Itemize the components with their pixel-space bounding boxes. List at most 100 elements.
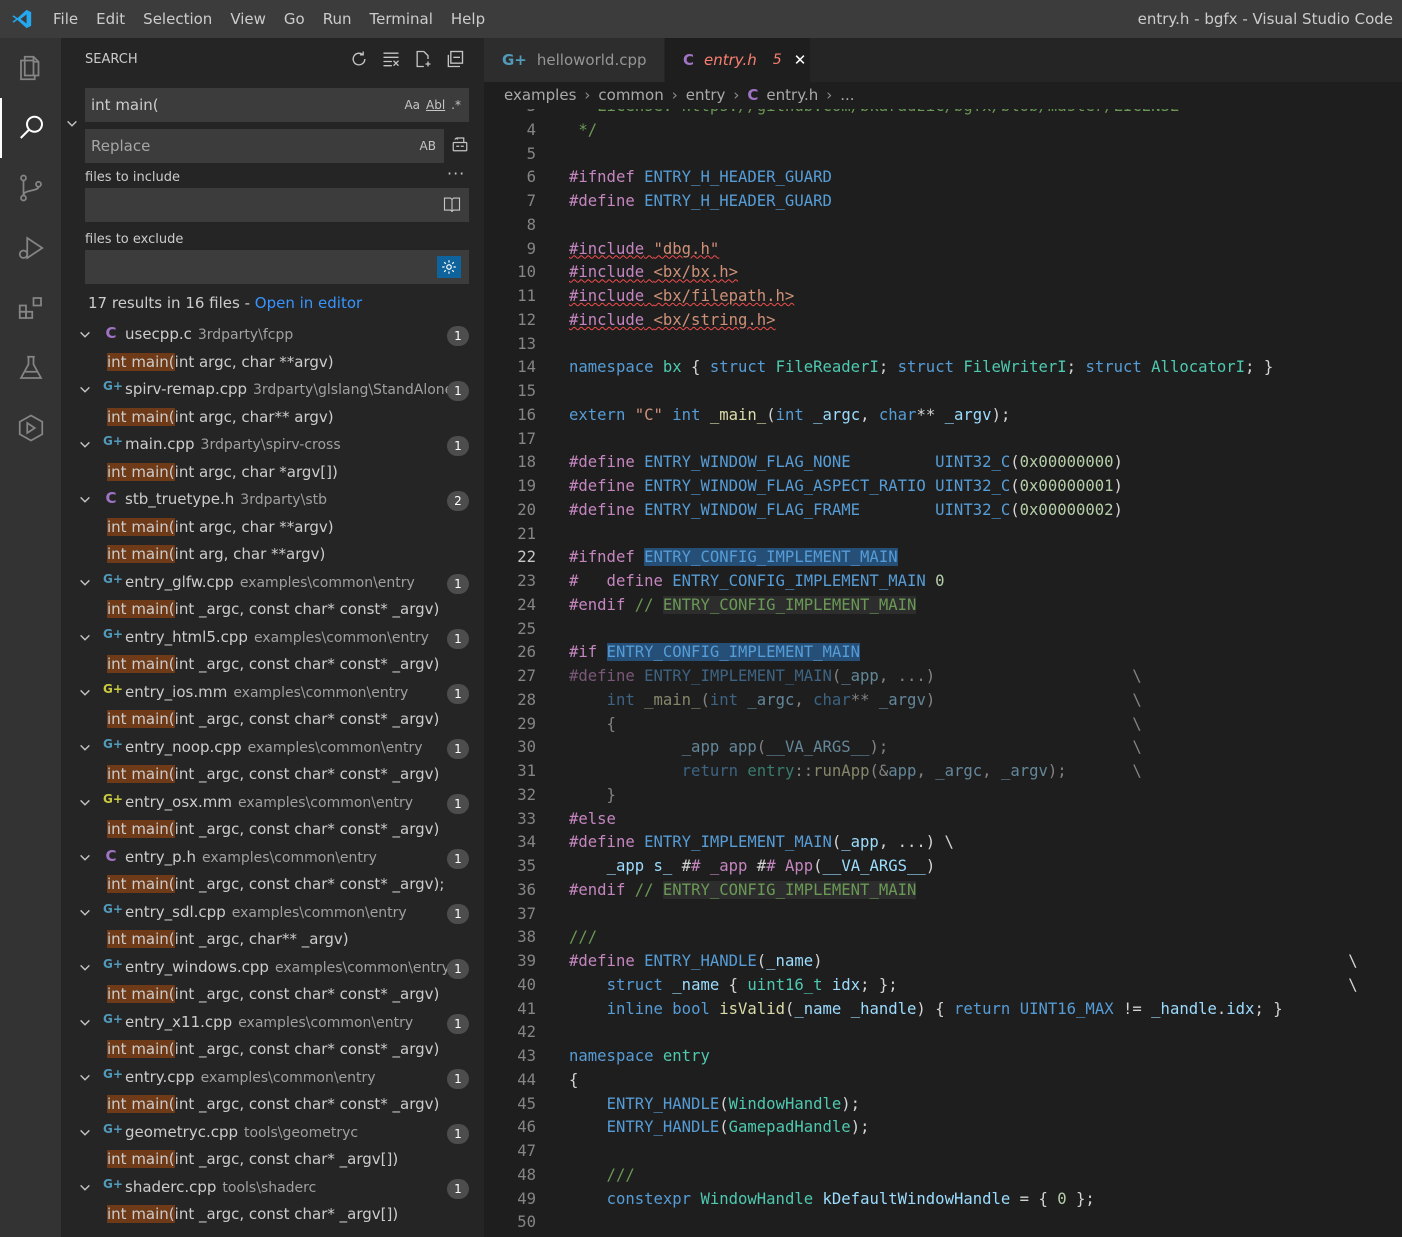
chevron-down-icon[interactable] bbox=[78, 686, 92, 704]
run-debug-icon[interactable] bbox=[0, 218, 61, 278]
chevron-down-icon[interactable] bbox=[78, 741, 92, 759]
collapse-all-icon[interactable] bbox=[444, 48, 466, 70]
result-match-row[interactable]: int main(int _argc, const char* _argv[]) bbox=[61, 1147, 484, 1175]
result-file-row[interactable]: G+ entry_noop.cpp examples\common\entry 1 bbox=[61, 735, 484, 763]
result-match-row[interactable]: int main(int _argc, const char* _argv[]) bbox=[61, 1202, 484, 1230]
result-file-row[interactable]: G+ geometryc.cpp tools\geometryc 1 bbox=[61, 1120, 484, 1148]
result-match-row[interactable]: int main(int _argc, const char* const* _… bbox=[61, 762, 484, 790]
file-type-icon: G+ bbox=[103, 1121, 123, 1136]
result-file-row[interactable]: Cstb_truetype.h 3rdparty\stb 2 bbox=[61, 487, 484, 515]
menu-item-help[interactable]: Help bbox=[442, 0, 494, 38]
menu-item-run[interactable]: Run bbox=[314, 0, 361, 38]
refresh-icon[interactable] bbox=[348, 48, 370, 70]
match-whole-word-toggle[interactable]: Abl bbox=[426, 98, 445, 112]
result-file-row[interactable]: Cusecpp.c 3rdparty\fcpp 1 bbox=[61, 322, 484, 350]
files-include-input[interactable] bbox=[85, 188, 469, 222]
result-match-row[interactable]: int main(int _argc, char** _argv) bbox=[61, 927, 484, 955]
chevron-down-icon[interactable] bbox=[78, 1181, 92, 1199]
match-case-toggle[interactable]: Aa bbox=[404, 98, 420, 112]
result-file-row[interactable]: G+ entry_glfw.cpp examples\common\entry 1 bbox=[61, 570, 484, 598]
code-editor[interactable]: 3 * License: https://github.com/bkaradzi… bbox=[484, 109, 1402, 1237]
close-tab-icon[interactable]: ✕ bbox=[794, 51, 807, 69]
breadcrumb-item[interactable]: examples bbox=[504, 82, 576, 109]
result-file-row[interactable]: Centry_p.h examples\common\entry 1 bbox=[61, 845, 484, 873]
code-line: _app app(__VA_ARGS__); \ bbox=[681, 738, 1142, 757]
result-match-row[interactable]: int main(int _argc, const char* const* _… bbox=[61, 872, 484, 900]
files-exclude-input[interactable] bbox=[85, 250, 469, 284]
source-control-icon[interactable] bbox=[0, 158, 61, 218]
menu-item-file[interactable]: File bbox=[44, 0, 87, 38]
result-file-row[interactable]: G+ entry_x11.cpp examples\common\entry 1 bbox=[61, 1010, 484, 1038]
chevron-down-icon[interactable] bbox=[78, 1071, 92, 1089]
result-file-name: main.cpp 3rdparty\spirv-cross bbox=[125, 435, 341, 453]
result-match-row[interactable]: int main(int arg, char **argv) bbox=[61, 542, 484, 570]
search-input[interactable]: int main( Aa Abl .* bbox=[85, 88, 469, 122]
result-match-row[interactable]: int main(int _argc, const char* const* _… bbox=[61, 707, 484, 735]
result-file-row[interactable]: G+ entry_sdl.cpp examples\common\entry 1 bbox=[61, 900, 484, 928]
result-file-row[interactable]: G+ entry_windows.cpp examples\common\entry… bbox=[61, 955, 484, 983]
result-match-row[interactable]: int main(int _argc, const char* const* _… bbox=[61, 597, 484, 625]
chevron-down-icon[interactable] bbox=[78, 328, 92, 346]
result-file-name: entry_ios.mm examples\common\entry bbox=[125, 682, 409, 701]
menu-item-view[interactable]: View bbox=[221, 0, 275, 38]
new-search-editor-icon[interactable] bbox=[412, 48, 434, 70]
toggle-search-details-icon[interactable]: ··· bbox=[447, 164, 465, 183]
chevron-down-icon[interactable] bbox=[78, 631, 92, 649]
chevron-down-icon[interactable] bbox=[78, 961, 92, 979]
breadcrumb-item[interactable]: entry.h bbox=[766, 82, 818, 109]
result-match-row[interactable]: int main(int argc, char** argv) bbox=[61, 405, 484, 433]
clear-results-icon[interactable] bbox=[380, 48, 402, 70]
open-editors-only-icon[interactable] bbox=[443, 196, 461, 215]
result-match-row[interactable]: int main(int argc, char *argv[]) bbox=[61, 460, 484, 488]
code-line: #define ENTRY_IMPLEMENT_MAIN(_app, ...) … bbox=[569, 667, 1142, 685]
result-file-row[interactable]: G+ entry.cpp examples\common\entry 1 bbox=[61, 1065, 484, 1093]
result-match-row[interactable]: int main(int argc, char **argv) bbox=[61, 515, 484, 543]
result-match-row[interactable]: int main(int argc, char **argv) bbox=[61, 350, 484, 378]
menu-item-selection[interactable]: Selection bbox=[134, 0, 221, 38]
menu-item-terminal[interactable]: Terminal bbox=[361, 0, 442, 38]
chevron-down-icon[interactable] bbox=[78, 438, 92, 456]
result-file-row[interactable]: G+ entry_html5.cpp examples\common\entry 1 bbox=[61, 625, 484, 653]
extensions-icon[interactable] bbox=[0, 278, 61, 338]
menu-item-edit[interactable]: Edit bbox=[87, 0, 134, 38]
open-in-editor-link[interactable]: Open in editor bbox=[255, 294, 362, 312]
toggle-replace-chevron-icon[interactable] bbox=[65, 116, 79, 130]
line-number: 16 bbox=[517, 405, 536, 424]
result-match-row[interactable]: int main(int _argc, const char* const* _… bbox=[61, 817, 484, 845]
result-match-row[interactable]: int main(int _argc, const char* const* _… bbox=[61, 652, 484, 680]
use-exclude-settings-icon[interactable] bbox=[437, 256, 461, 278]
breadcrumb-item[interactable]: entry bbox=[686, 82, 726, 109]
code-line: #if ENTRY_CONFIG_IMPLEMENT_MAIN bbox=[569, 643, 861, 662]
breadcrumb-item[interactable]: ... bbox=[840, 82, 854, 109]
explorer-icon[interactable] bbox=[0, 38, 61, 98]
result-match-row[interactable]: int main(int _argc, const char* const* _… bbox=[61, 982, 484, 1010]
result-file-row[interactable]: G+ entry_osx.mm examples\common\entry 1 bbox=[61, 790, 484, 818]
remote-explorer-icon[interactable] bbox=[0, 398, 61, 458]
result-file-row[interactable]: G+ entry_ios.mm examples\common\entry 1 bbox=[61, 680, 484, 708]
search-icon[interactable] bbox=[0, 98, 61, 158]
chevron-down-icon[interactable] bbox=[78, 906, 92, 924]
breadcrumb-item[interactable]: common bbox=[598, 82, 663, 109]
file-type-icon: C bbox=[105, 324, 117, 342]
menu-item-go[interactable]: Go bbox=[275, 0, 314, 38]
chevron-down-icon[interactable] bbox=[78, 576, 92, 594]
chevron-down-icon[interactable] bbox=[78, 796, 92, 814]
chevron-down-icon[interactable] bbox=[78, 1016, 92, 1034]
preserve-case-toggle[interactable]: AB bbox=[420, 139, 436, 153]
result-match-row[interactable]: int main(int _argc, const char* const* _… bbox=[61, 1037, 484, 1065]
tab-entry-h[interactable]: C entry.h 5 ✕ bbox=[665, 38, 810, 82]
result-file-row[interactable]: G+ spirv-remap.cpp 3rdparty\glslang\StandA… bbox=[61, 377, 484, 405]
testing-flask-icon[interactable] bbox=[0, 338, 61, 398]
chevron-down-icon[interactable] bbox=[78, 851, 92, 869]
result-file-name: spirv-remap.cpp 3rdparty\glslang\StandAlo… bbox=[125, 380, 454, 398]
result-match-row[interactable]: int main(int _argc, const char* const* _… bbox=[61, 1092, 484, 1120]
result-file-row[interactable]: G+ shaderc.cpp tools\shaderc 1 bbox=[61, 1175, 484, 1203]
chevron-down-icon[interactable] bbox=[78, 1126, 92, 1144]
replace-all-icon[interactable] bbox=[451, 135, 469, 157]
use-regex-toggle[interactable]: .* bbox=[451, 98, 461, 112]
result-file-row[interactable]: G+ main.cpp 3rdparty\spirv-cross 1 bbox=[61, 432, 484, 460]
chevron-down-icon[interactable] bbox=[78, 383, 92, 401]
tab-helloworld-cpp[interactable]: G+ helloworld.cpp bbox=[484, 38, 664, 82]
chevron-down-icon[interactable] bbox=[78, 493, 92, 511]
replace-input[interactable]: Replace AB bbox=[85, 129, 444, 163]
